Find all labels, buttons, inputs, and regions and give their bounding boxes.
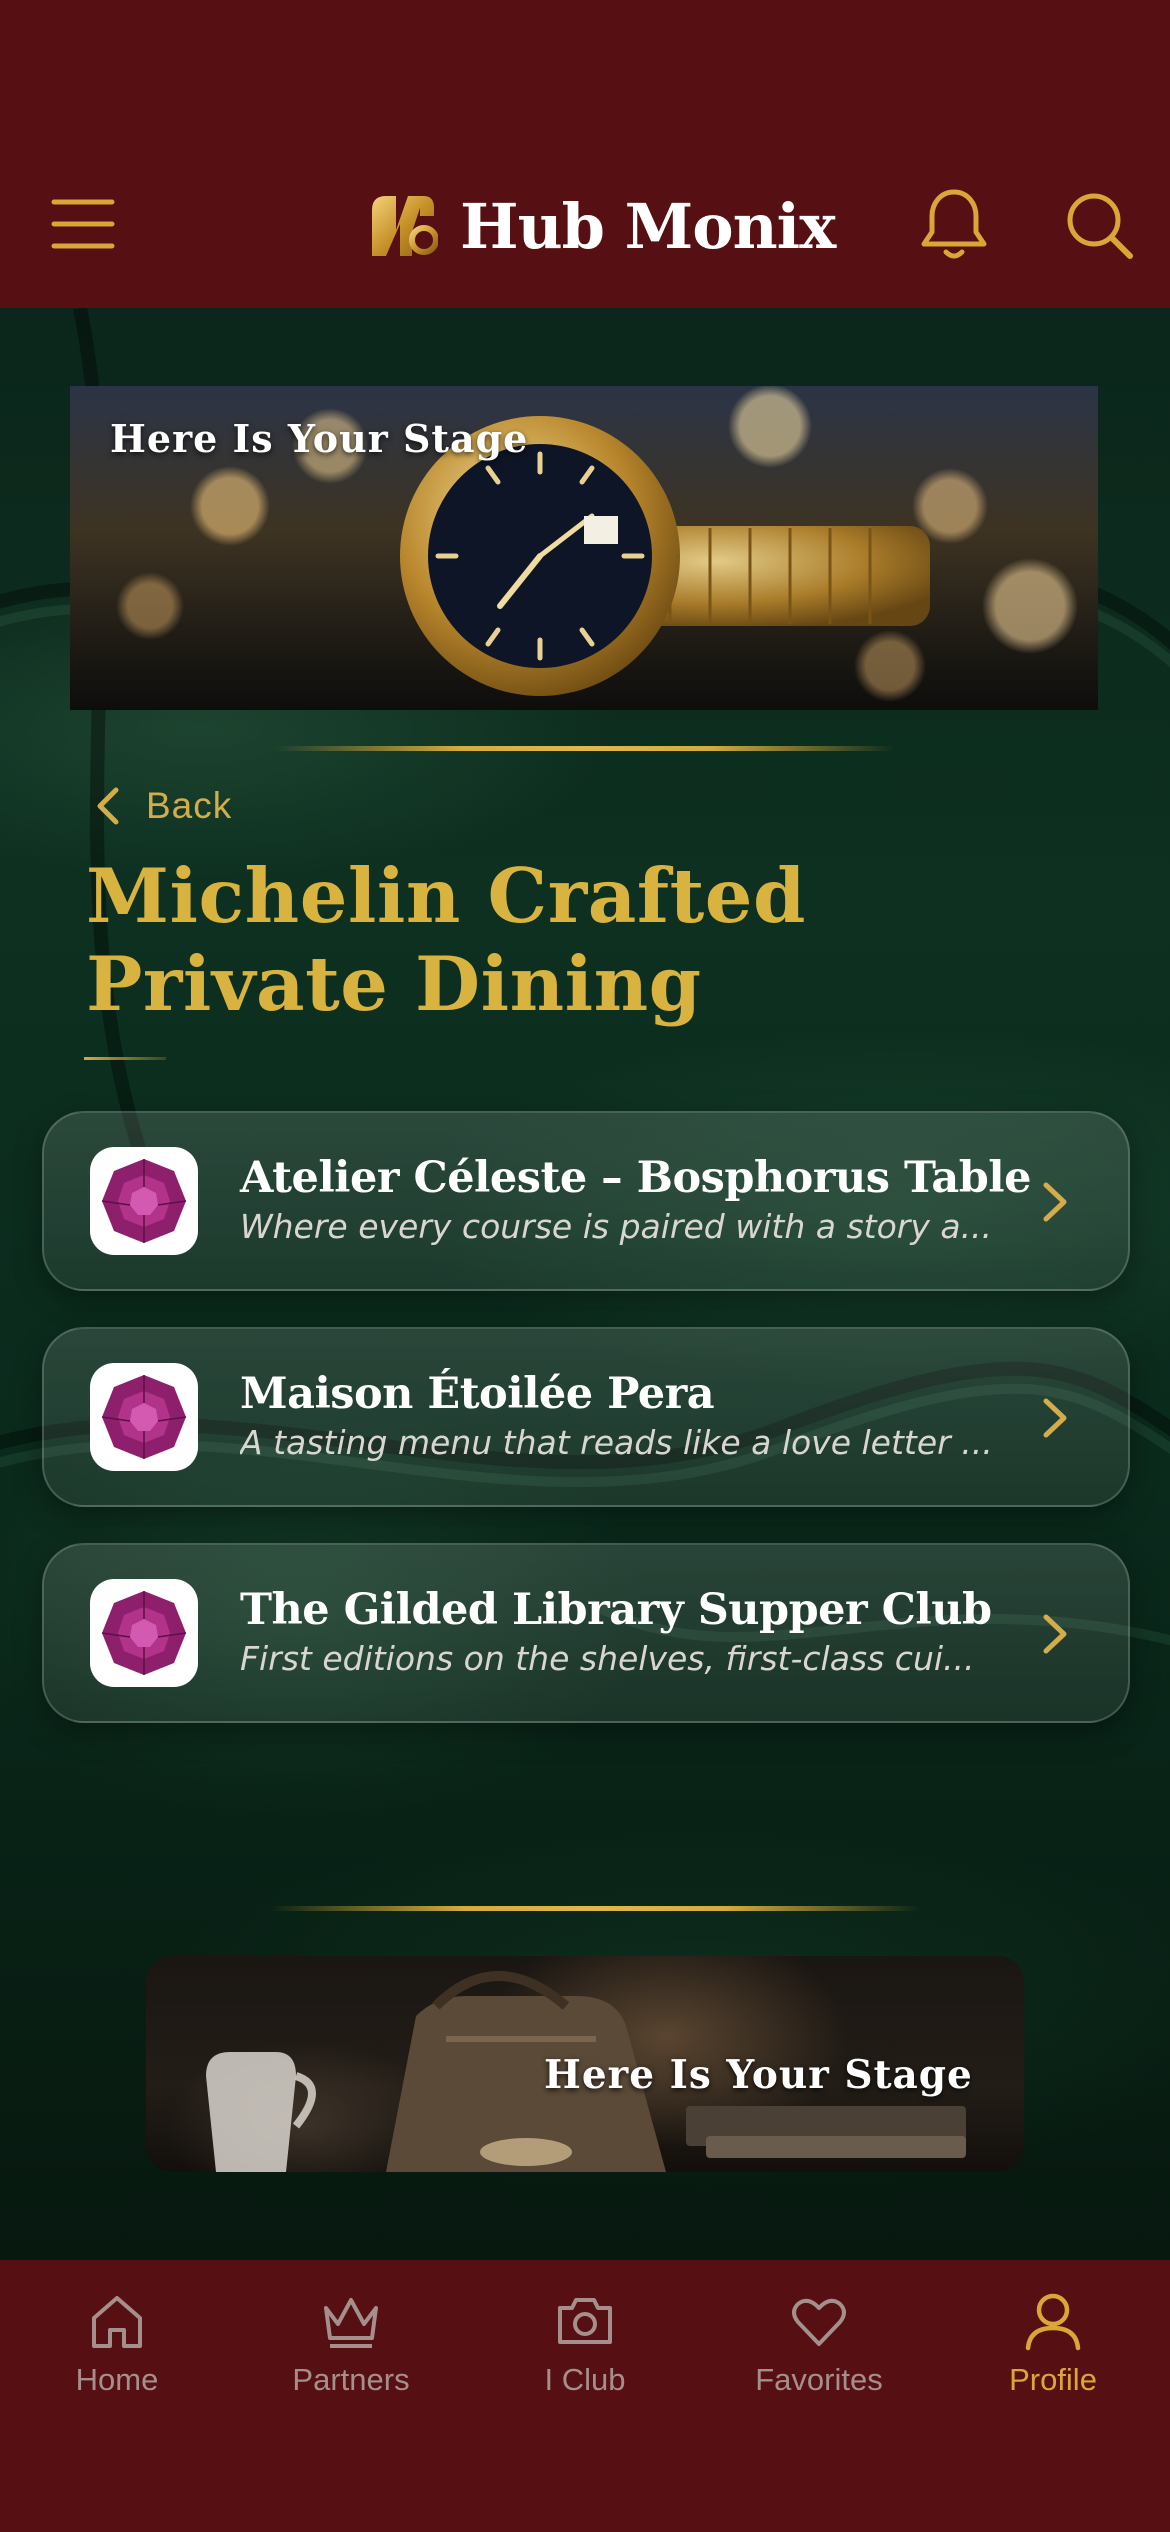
gold-divider <box>275 746 895 751</box>
card-title: The Gilded Library Supper Club <box>240 1585 992 1635</box>
page-title: Michelin Crafted Private Dining <box>86 852 806 1028</box>
gem-icon <box>101 1159 187 1243</box>
logo-icon <box>372 196 438 256</box>
nav-label: Home <box>75 2362 159 2397</box>
user-icon <box>1025 2293 1081 2351</box>
nav-item-favorites[interactable]: Favorites <box>702 2290 936 2398</box>
nav-item-home[interactable]: Home <box>0 2290 234 2398</box>
nav-label: Favorites <box>755 2362 883 2397</box>
chevron-right-icon <box>1043 1614 1067 1654</box>
nav-item-iclub[interactable]: I Club <box>468 2290 702 2398</box>
chevron-right-icon <box>1043 1182 1067 1222</box>
promo-banner-top[interactable]: Here Is Your Stage <box>70 386 1098 710</box>
nav-item-partners[interactable]: Partners <box>234 2290 468 2398</box>
crown-icon <box>324 2298 378 2348</box>
card-subtitle: Where every course is paired with a stor… <box>240 1207 993 1246</box>
title-underline <box>84 1057 166 1060</box>
list-item[interactable]: The Gilded Library Supper Club First edi… <box>42 1543 1130 1723</box>
banner-bottom-title: Here Is Your Stage <box>544 2052 973 2098</box>
card-title: Maison Étoilée Pera <box>240 1369 715 1419</box>
gem-icon <box>101 1591 187 1675</box>
chevron-right-icon <box>1043 1398 1067 1438</box>
nav-item-profile[interactable]: Profile <box>936 2290 1170 2398</box>
nav-label: Partners <box>292 2362 410 2397</box>
card-subtitle: First editions on the shelves, first-cla… <box>240 1639 975 1678</box>
back-label: Back <box>146 785 233 826</box>
brand-name: Hub Monix <box>460 189 836 263</box>
list-item[interactable]: Atelier Céleste – Bosphorus Table Where … <box>42 1111 1130 1291</box>
banner-top-title: Here Is Your Stage <box>110 416 529 461</box>
camera-icon <box>558 2298 612 2344</box>
gem-icon <box>101 1375 187 1459</box>
gold-divider <box>270 1906 920 1911</box>
heart-icon <box>792 2298 846 2346</box>
card-subtitle: A tasting menu that reads like a love le… <box>240 1423 993 1462</box>
bottom-navigation: Home Partners I Club Favorites Profile <box>0 2260 1170 2532</box>
gem-thumbnail <box>90 1147 198 1255</box>
home-icon <box>92 2296 142 2348</box>
hamburger-menu-icon[interactable] <box>50 196 116 252</box>
brand: Hub Monix <box>366 186 836 266</box>
chevron-left-icon <box>97 787 119 825</box>
nav-label: Profile <box>1009 2362 1097 2397</box>
card-title: Atelier Céleste – Bosphorus Table <box>240 1153 1031 1203</box>
search-icon[interactable] <box>1064 190 1134 260</box>
gem-thumbnail <box>90 1579 198 1687</box>
promo-banner-bottom[interactable]: Here Is Your Stage <box>146 1956 1024 2172</box>
gem-thumbnail <box>90 1363 198 1471</box>
top-app-bar: Hub Monix <box>0 0 1170 308</box>
list-item[interactable]: Maison Étoilée Pera A tasting menu that … <box>42 1327 1130 1507</box>
bell-icon[interactable] <box>918 186 990 262</box>
nav-label: I Club <box>544 2362 626 2397</box>
back-button[interactable]: Back <box>92 784 232 828</box>
